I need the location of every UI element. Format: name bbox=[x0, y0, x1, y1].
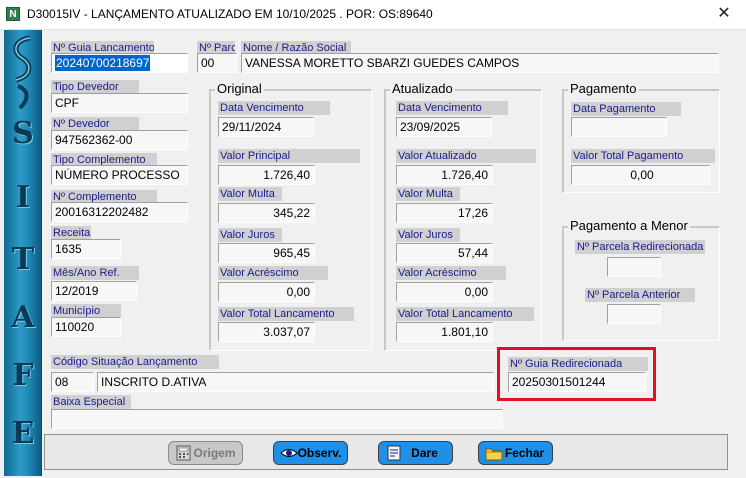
atualizado-juros-field[interactable]: 57,44 bbox=[396, 243, 493, 263]
atualizado-total-field[interactable]: 1.801,10 bbox=[396, 322, 493, 342]
atualizado-valor-field[interactable]: 1.726,40 bbox=[396, 165, 493, 185]
observ-button[interactable]: Observ. bbox=[273, 441, 348, 465]
sitafe-sidebar: S I T A F E bbox=[4, 30, 42, 476]
pagamento-title: Pagamento bbox=[568, 81, 639, 96]
sidebar-letter: A bbox=[11, 300, 35, 335]
original-principal-field[interactable]: 1.726,40 bbox=[218, 165, 315, 185]
guia-redirecionada-field[interactable]: 20250301501244 bbox=[508, 372, 646, 392]
sidebar-letter: S bbox=[12, 116, 34, 151]
parcela-anterior-label: Nº Parcela Anterior bbox=[585, 288, 695, 302]
guia-value: 20240700218697 bbox=[55, 55, 151, 71]
guia-field[interactable]: 20240700218697 bbox=[51, 53, 188, 73]
situacao-label: Código Situação Lançamento bbox=[51, 355, 219, 369]
original-juros-label: Valor Juros bbox=[218, 228, 282, 242]
sidebar-letter: E bbox=[11, 416, 35, 451]
sidebar-letter: T bbox=[11, 242, 35, 277]
baixa-especial-field[interactable] bbox=[51, 409, 503, 429]
devedor-field[interactable]: 947562362-00 bbox=[51, 130, 188, 150]
fechar-label: Fechar bbox=[504, 446, 545, 460]
receita-field[interactable]: 1635 bbox=[51, 239, 121, 259]
tipo-complemento-field[interactable]: NÚMERO PROCESSO bbox=[51, 165, 188, 185]
atualizado-acrescimo-field[interactable]: 0,00 bbox=[396, 282, 493, 302]
dare-label: Dare bbox=[411, 446, 438, 460]
mesano-label: Mês/Ano Ref. bbox=[51, 266, 139, 280]
nome-field[interactable]: VANESSA MORETTO SBARZI GUEDES CAMPOS bbox=[241, 53, 719, 73]
tipo-devedor-label: Tipo Devedor bbox=[51, 80, 139, 94]
original-vencimento-label: Data Vencimento bbox=[218, 101, 330, 115]
app-icon: N bbox=[6, 7, 20, 21]
municipio-label: Município bbox=[51, 304, 121, 318]
parc-field[interactable]: 00 bbox=[197, 53, 237, 73]
atualizado-acrescimo-label: Valor Acréscimo bbox=[396, 266, 506, 280]
atualizado-vencimento-label: Data Vencimento bbox=[396, 101, 508, 115]
original-total-field[interactable]: 3.037,07 bbox=[218, 322, 315, 342]
fechar-button[interactable]: Fechar bbox=[478, 441, 553, 465]
tipo-devedor-field[interactable]: CPF bbox=[51, 93, 188, 113]
original-acrescimo-field[interactable]: 0,00 bbox=[218, 282, 315, 302]
pagamento-data-label: Data Pagamento bbox=[571, 102, 681, 116]
atualizado-valor-label: Valor Atualizado bbox=[396, 149, 536, 163]
atualizado-title: Atualizado bbox=[390, 81, 455, 96]
original-multa-label: Valor Multa bbox=[218, 187, 282, 201]
atualizado-juros-label: Valor Juros bbox=[396, 228, 460, 242]
pagamento-data-field[interactable] bbox=[571, 117, 667, 137]
origem-button[interactable]: Origem bbox=[168, 441, 243, 465]
original-title: Original bbox=[215, 81, 264, 96]
window-title: D30015IV - LANÇAMENTO ATUALIZADO EM 10/1… bbox=[27, 7, 433, 21]
pagamento-total-field[interactable]: 0,00 bbox=[571, 165, 710, 185]
original-acrescimo-label: Valor Acréscimo bbox=[218, 266, 328, 280]
title-bar: N D30015IV - LANÇAMENTO ATUALIZADO EM 10… bbox=[0, 0, 746, 30]
atualizado-vencimento-field[interactable]: 23/09/2025 bbox=[396, 117, 492, 137]
parcela-redirecionada-field[interactable] bbox=[607, 257, 661, 277]
mesano-field[interactable]: 12/2019 bbox=[51, 281, 137, 301]
atualizado-total-label: Valor Total Lancamento bbox=[396, 307, 534, 321]
close-button[interactable]: ✕ bbox=[702, 0, 746, 30]
sidebar-letter: I bbox=[15, 180, 31, 215]
situacao-desc-field[interactable]: INSCRITO D.ATIVA bbox=[97, 372, 494, 392]
original-juros-field[interactable]: 965,45 bbox=[218, 243, 315, 263]
pagamento-menor-title: Pagamento a Menor bbox=[568, 218, 690, 233]
complemento-field[interactable]: 20016312202482 bbox=[51, 202, 188, 222]
observ-label: Observ. bbox=[297, 446, 342, 460]
dare-button[interactable]: Dare bbox=[378, 441, 453, 465]
original-vencimento-field[interactable]: 29/11/2024 bbox=[218, 117, 314, 137]
municipio-field[interactable]: 110020 bbox=[51, 317, 121, 337]
original-multa-field[interactable]: 345,22 bbox=[218, 203, 315, 223]
receita-label: Receita bbox=[51, 226, 91, 240]
atualizado-multa-label: Valor Multa bbox=[396, 187, 460, 201]
atualizado-multa-field[interactable]: 17,26 bbox=[396, 203, 493, 223]
devedor-label: Nº Devedor bbox=[51, 117, 139, 131]
original-principal-label: Valor Principal bbox=[218, 149, 360, 163]
sidebar-letter: F bbox=[12, 358, 34, 393]
parcela-anterior-field[interactable] bbox=[607, 304, 661, 324]
pagamento-total-label: Valor Total Pagamento bbox=[571, 149, 715, 163]
situacao-code-field[interactable]: 08 bbox=[51, 372, 94, 392]
baixa-especial-label: Baixa Especial bbox=[51, 395, 131, 409]
original-total-label: Valor Total Lancamento bbox=[218, 307, 354, 321]
origem-label: Origem bbox=[193, 446, 236, 460]
button-bar: Origem Observ. Dare Fechar bbox=[44, 434, 728, 470]
sitafe-logo-icon bbox=[13, 35, 32, 110]
guia-redirecionada-label: Nº Guia Redirecionada bbox=[508, 357, 648, 371]
parcela-redirecionada-label: Nº Parcela Redirecionada bbox=[575, 240, 705, 254]
